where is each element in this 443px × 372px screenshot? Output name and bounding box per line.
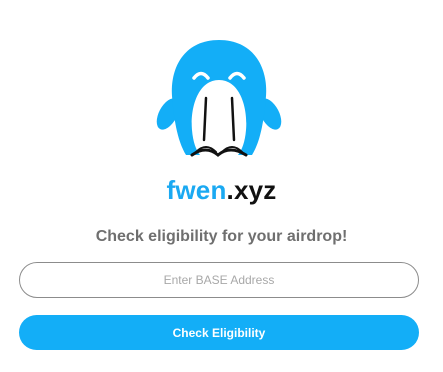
penguin-logo-icon bbox=[154, 38, 284, 162]
base-address-input[interactable] bbox=[19, 262, 419, 298]
brand-name: fwen bbox=[166, 175, 227, 205]
page-subtitle: Check eligibility for your airdrop! bbox=[95, 228, 348, 245]
brand-domain: .xyz bbox=[226, 175, 277, 205]
brand-title: fwen.xyz bbox=[0, 175, 443, 206]
check-eligibility-button[interactable]: Check Eligibility bbox=[19, 315, 419, 350]
